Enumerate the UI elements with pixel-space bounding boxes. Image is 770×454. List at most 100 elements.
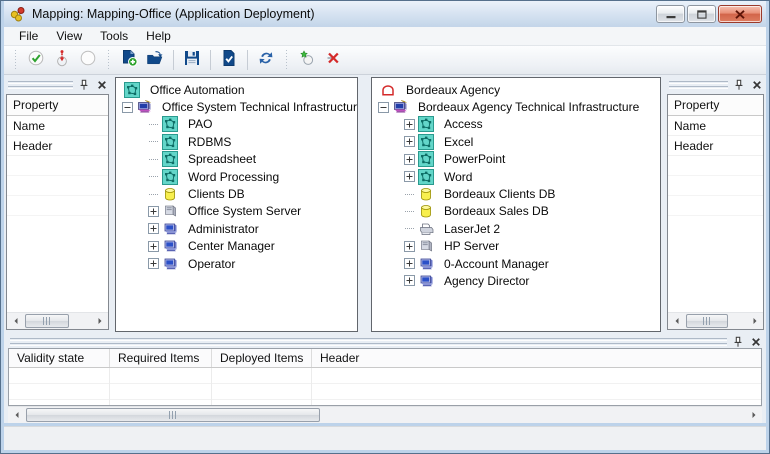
- horizontal-scrollbar[interactable]: [7, 312, 108, 329]
- scroll-thumb[interactable]: [25, 314, 69, 328]
- menu-help[interactable]: Help: [137, 27, 180, 45]
- drag-grip[interactable]: [10, 338, 727, 346]
- expand-button[interactable]: [402, 258, 416, 269]
- tree-item-hp-server[interactable]: HP Server: [372, 238, 660, 255]
- expand-button[interactable]: [146, 223, 160, 234]
- check-document-button[interactable]: [216, 48, 242, 72]
- tree-item-laserjet-2[interactable]: LaserJet 2: [372, 220, 660, 237]
- pin-button[interactable]: [731, 78, 746, 92]
- open-button[interactable]: [142, 48, 168, 72]
- tree-item-powerpoint[interactable]: PowerPoint: [372, 151, 660, 168]
- scroll-right-arrow[interactable]: [745, 407, 762, 423]
- property-list: Property NameHeader: [667, 94, 764, 330]
- tree-item-agency-director[interactable]: Agency Director: [372, 272, 660, 289]
- menu-tools[interactable]: Tools: [91, 27, 137, 45]
- tree-item-administrator[interactable]: Administrator: [116, 220, 357, 237]
- column-header-header[interactable]: Header: [312, 349, 761, 367]
- toolbar-grip[interactable]: [106, 50, 111, 70]
- new-mapping-button[interactable]: [116, 48, 142, 72]
- property-row-empty: [668, 176, 763, 196]
- scroll-left-arrow[interactable]: [668, 313, 685, 329]
- expand-button[interactable]: [402, 275, 416, 286]
- property-row-header[interactable]: Header: [668, 136, 763, 156]
- property-row-name[interactable]: Name: [668, 116, 763, 136]
- expand-button[interactable]: [402, 154, 416, 165]
- server-icon: [418, 238, 434, 254]
- scroll-left-arrow[interactable]: [8, 407, 25, 423]
- pin-button[interactable]: [730, 335, 745, 349]
- add-link-button[interactable]: [294, 48, 320, 72]
- maximize-button[interactable]: [687, 5, 716, 23]
- workstation-icon: [162, 256, 178, 272]
- horizontal-scrollbar[interactable]: [668, 312, 763, 329]
- toolbar-grip[interactable]: [284, 50, 289, 70]
- validate-button[interactable]: [23, 48, 49, 72]
- scroll-right-arrow[interactable]: [746, 313, 763, 329]
- close-panel-button[interactable]: [748, 335, 763, 349]
- minimize-button[interactable]: [656, 5, 685, 23]
- tree-item-word-processing[interactable]: Word Processing: [116, 168, 357, 185]
- column-header-required-items[interactable]: Required Items: [110, 349, 212, 367]
- drag-grip[interactable]: [8, 81, 73, 89]
- tree-item-access[interactable]: Access: [372, 116, 660, 133]
- refresh-button[interactable]: [253, 48, 279, 72]
- tree-item-bordeaux-clients-db[interactable]: Bordeaux Clients DB: [372, 185, 660, 202]
- tree-item-excel[interactable]: Excel: [372, 133, 660, 150]
- expand-button[interactable]: [146, 206, 160, 217]
- scroll-right-arrow[interactable]: [91, 313, 108, 329]
- new-document-icon: [120, 49, 138, 72]
- tree-connector: [146, 176, 160, 177]
- drag-grip[interactable]: [669, 81, 728, 89]
- column-header-validity-state[interactable]: Validity state: [9, 349, 110, 367]
- tree-connector: [402, 228, 416, 229]
- toolbar-grip[interactable]: [13, 50, 18, 70]
- property-column-header[interactable]: Property: [7, 95, 108, 116]
- expand-button[interactable]: [146, 258, 160, 269]
- pin-button[interactable]: [76, 78, 91, 92]
- tree-item-rdbms[interactable]: RDBMS: [116, 133, 357, 150]
- tree-item-bordeaux-sales-db[interactable]: Bordeaux Sales DB: [372, 203, 660, 220]
- tree-item-clients-db[interactable]: Clients DB: [116, 185, 357, 202]
- expand-button[interactable]: [402, 119, 416, 130]
- tree-item-bordeaux-agency[interactable]: Bordeaux Agency: [372, 81, 660, 98]
- property-row-header[interactable]: Header: [7, 136, 108, 156]
- horizontal-scrollbar[interactable]: [8, 406, 762, 423]
- scroll-track[interactable]: [24, 313, 91, 329]
- scroll-track[interactable]: [25, 407, 745, 423]
- menu-file[interactable]: File: [10, 27, 47, 45]
- scroll-left-arrow[interactable]: [7, 313, 24, 329]
- tree-item-pao[interactable]: PAO: [116, 116, 357, 133]
- expand-button[interactable]: [402, 241, 416, 252]
- column-header-deployed-items[interactable]: Deployed Items: [212, 349, 312, 367]
- title-bar[interactable]: Mapping: Mapping-Office (Application Dep…: [4, 1, 766, 27]
- add-link-icon: [298, 49, 316, 72]
- status-circle-button[interactable]: [75, 48, 101, 72]
- collapse-button[interactable]: [120, 102, 134, 113]
- tree-item-word[interactable]: Word: [372, 168, 660, 185]
- close-button[interactable]: [718, 5, 762, 23]
- tree-item-office-system-server[interactable]: Office System Server: [116, 203, 357, 220]
- property-row-name[interactable]: Name: [7, 116, 108, 136]
- scroll-track[interactable]: [685, 313, 746, 329]
- tree-item-operator[interactable]: Operator: [116, 255, 357, 272]
- property-column-header[interactable]: Property: [668, 95, 763, 116]
- scroll-thumb[interactable]: [686, 314, 728, 328]
- save-button[interactable]: [179, 48, 205, 72]
- tree-item-bordeaux-agency-technical-infrastructure[interactable]: Bordeaux Agency Technical Infrastructure: [372, 98, 660, 115]
- tree-item-office-system-technical-infrastructure[interactable]: Office System Technical Infrastructure: [116, 98, 357, 115]
- locate-button[interactable]: [49, 48, 75, 72]
- tree-item-office-automation[interactable]: Office Automation: [116, 81, 357, 98]
- close-panel-button[interactable]: [94, 78, 109, 92]
- close-panel-button[interactable]: [749, 78, 764, 92]
- expand-button[interactable]: [402, 136, 416, 147]
- tree-item-spreadsheet[interactable]: Spreadsheet: [116, 151, 357, 168]
- scroll-thumb[interactable]: [26, 408, 320, 422]
- expand-button[interactable]: [146, 241, 160, 252]
- tree-item-center-manager[interactable]: Center Manager: [116, 238, 357, 255]
- infrastructure-icon: [136, 99, 152, 115]
- expand-button[interactable]: [402, 171, 416, 182]
- delete-link-button[interactable]: [320, 48, 346, 72]
- collapse-button[interactable]: [376, 102, 390, 113]
- tree-item-0-account-manager[interactable]: 0-Account Manager: [372, 255, 660, 272]
- menu-view[interactable]: View: [47, 27, 91, 45]
